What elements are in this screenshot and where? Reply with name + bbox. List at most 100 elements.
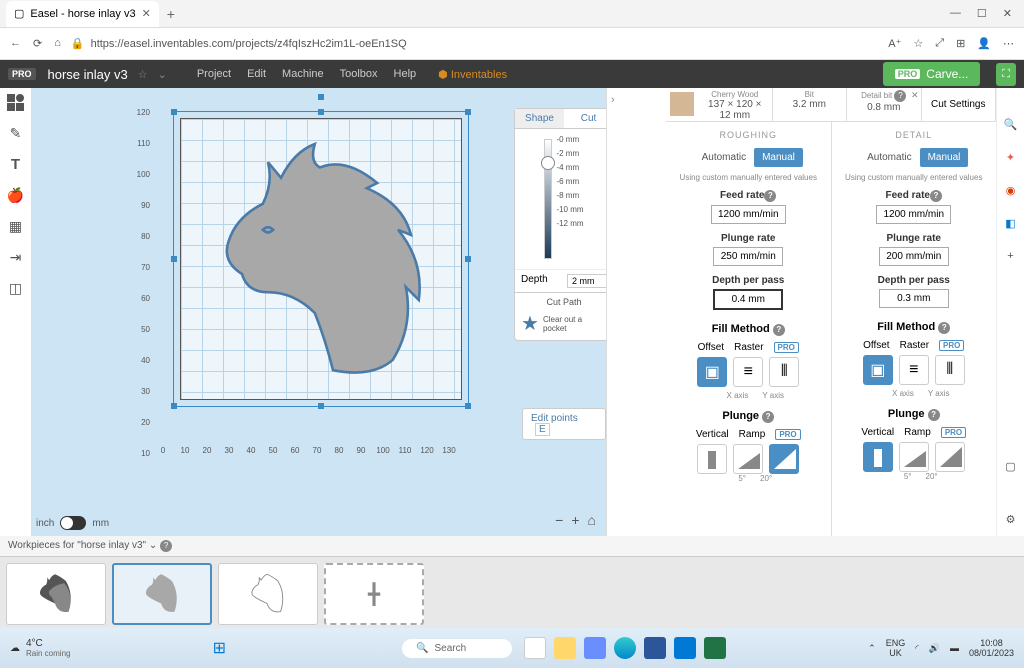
read-aloud-icon[interactable]: A⁺: [888, 37, 901, 50]
resize-handle-e[interactable]: [465, 256, 471, 262]
info-icon[interactable]: ?: [928, 409, 940, 421]
menu-icon[interactable]: ⋯: [1003, 37, 1014, 50]
menu-machine[interactable]: Machine: [276, 66, 330, 82]
url-text[interactable]: https://easel.inventables.com/projects/z…: [91, 38, 407, 50]
sync-icon[interactable]: ⤢: [935, 37, 944, 50]
new-tab-button[interactable]: +: [167, 6, 175, 22]
close-window-icon[interactable]: ✕: [1003, 7, 1012, 20]
zoom-home-icon[interactable]: ⌂: [588, 512, 596, 528]
detail-bit-info[interactable]: Detail bit ? 0.8 mm ✕: [847, 88, 922, 121]
battery-icon[interactable]: ▬: [950, 643, 959, 653]
excel-icon[interactable]: [704, 637, 726, 659]
pocket-icon[interactable]: ★: [521, 311, 539, 336]
offset-method-icon[interactable]: ▣: [697, 357, 727, 387]
detail-plunge-vertical-icon[interactable]: [863, 442, 893, 472]
weather-widget[interactable]: ☁ 4°C Rain coming: [10, 638, 70, 658]
plunge-ramp5-icon[interactable]: [733, 444, 763, 474]
preview-divider[interactable]: ›: [606, 88, 666, 536]
depth-slider[interactable]: -0 mm-2 mm -4 mm-6 mm -8 mm-10 mm -12 mm: [515, 129, 606, 269]
office-icon[interactable]: ◉: [1006, 184, 1016, 197]
minimize-icon[interactable]: —: [950, 7, 961, 20]
copilot-icon[interactable]: ✦: [1006, 151, 1015, 164]
info-icon[interactable]: ?: [762, 411, 774, 423]
depth-input[interactable]: [567, 274, 606, 288]
detail-plunge-rate-input[interactable]: 200 mm/min: [879, 247, 949, 266]
brand-link[interactable]: ⬢ Inventables: [438, 68, 507, 81]
tab-cut[interactable]: Cut: [564, 109, 606, 128]
explorer-icon[interactable]: [554, 637, 576, 659]
cut-settings-button[interactable]: Cut Settings: [922, 88, 997, 121]
collapse-icon[interactable]: ›: [611, 94, 615, 106]
roughing-depth-input[interactable]: 0.4 mm: [713, 289, 783, 310]
tray-chevron-icon[interactable]: ⌃: [868, 643, 876, 654]
outlook-icon[interactable]: ◧: [1005, 217, 1015, 230]
resize-handle-n[interactable]: [318, 109, 324, 115]
add-sidebar-icon[interactable]: +: [1007, 250, 1013, 262]
add-workpiece-button[interactable]: ╋: [324, 563, 424, 625]
detail-plunge-ramp5-icon[interactable]: [899, 442, 929, 472]
sidebar-toggle-icon[interactable]: ▢: [1005, 460, 1015, 473]
tab-shape[interactable]: Shape: [515, 109, 564, 128]
horse-shape[interactable]: [190, 126, 450, 396]
maximize-icon[interactable]: ☐: [977, 7, 987, 20]
detail-offset-method-icon[interactable]: ▣: [863, 355, 893, 385]
info-icon[interactable]: ?: [764, 190, 776, 202]
chat-icon[interactable]: [584, 637, 606, 659]
profile-icon[interactable]: 👤: [977, 37, 991, 50]
workpiece-thumb-3[interactable]: [218, 563, 318, 625]
resize-handle-sw[interactable]: [171, 403, 177, 409]
info-icon[interactable]: ?: [938, 322, 950, 334]
remove-detail-bit-icon[interactable]: ✕: [911, 90, 919, 101]
unit-toggle[interactable]: inch mm: [36, 516, 109, 530]
fullscreen-button[interactable]: ⛶: [996, 63, 1016, 86]
material-swatch[interactable]: [670, 92, 694, 116]
browser-tab[interactable]: ▢ Easel - horse inlay v3 ✕: [6, 1, 159, 27]
bit-info[interactable]: Bit 3.2 mm: [773, 88, 848, 121]
word-icon[interactable]: [644, 637, 666, 659]
close-tab-icon[interactable]: ✕: [142, 7, 151, 20]
detail-feed-rate-input[interactable]: 1200 mm/min: [876, 205, 951, 224]
search-icon[interactable]: 🔍: [1004, 118, 1018, 131]
project-title[interactable]: horse inlay v3: [48, 67, 128, 82]
taskbar-search[interactable]: 🔍 Search: [402, 639, 512, 658]
info-icon[interactable]: ?: [773, 324, 785, 336]
rotate-handle[interactable]: [318, 94, 324, 100]
menu-help[interactable]: Help: [388, 66, 423, 82]
carve-button[interactable]: PRO Carve...: [883, 62, 981, 86]
settings-gear-icon[interactable]: ⚙: [1006, 513, 1016, 526]
zoom-in-icon[interactable]: +: [571, 512, 579, 528]
box-tool-icon[interactable]: ◫: [9, 280, 22, 297]
back-icon[interactable]: ←: [10, 37, 21, 50]
home-icon[interactable]: ⌂: [54, 37, 61, 50]
task-view-icon[interactable]: [524, 637, 546, 659]
plunge-vertical-icon[interactable]: [697, 444, 727, 474]
roughing-manual-button[interactable]: Manual: [754, 148, 803, 167]
unit-switch[interactable]: [60, 516, 86, 530]
workpiece-thumb-1[interactable]: [6, 563, 106, 625]
roughing-auto-button[interactable]: Automatic: [694, 148, 754, 167]
edit-points-button[interactable]: Edit points E: [522, 408, 606, 440]
detail-raster-x-icon[interactable]: ≡: [899, 355, 929, 385]
menu-edit[interactable]: Edit: [241, 66, 272, 82]
depth-marker[interactable]: [541, 156, 555, 170]
material-info[interactable]: Cherry Wood 137 × 120 × 12 mm: [698, 88, 773, 121]
roughing-feed-rate-input[interactable]: 1200 mm/min: [711, 205, 786, 224]
detail-plunge-ramp20-icon[interactable]: [935, 442, 965, 472]
roughing-plunge-rate-input[interactable]: 250 mm/min: [713, 247, 783, 266]
canvas-area[interactable]: 120110100 908070 605040 302010: [32, 88, 606, 536]
menu-toolbox[interactable]: Toolbox: [334, 66, 384, 82]
volume-icon[interactable]: 🔊: [929, 643, 940, 654]
info-icon[interactable]: ?: [894, 90, 906, 102]
plunge-ramp20-icon[interactable]: [769, 444, 799, 474]
shapes-tool[interactable]: [7, 94, 25, 111]
detail-manual-button[interactable]: Manual: [920, 148, 969, 167]
favorite-icon[interactable]: ☆: [913, 37, 923, 50]
wifi-icon[interactable]: ◜: [915, 643, 919, 654]
outlook-icon[interactable]: [674, 637, 696, 659]
resize-handle-nw[interactable]: [171, 109, 177, 115]
pen-tool-icon[interactable]: ✎: [10, 125, 22, 142]
detail-raster-y-icon[interactable]: ⦀: [935, 355, 965, 385]
collections-icon[interactable]: ⊞: [956, 37, 965, 50]
chevron-down-icon[interactable]: ⌄: [149, 540, 157, 551]
edge-icon[interactable]: [614, 637, 636, 659]
